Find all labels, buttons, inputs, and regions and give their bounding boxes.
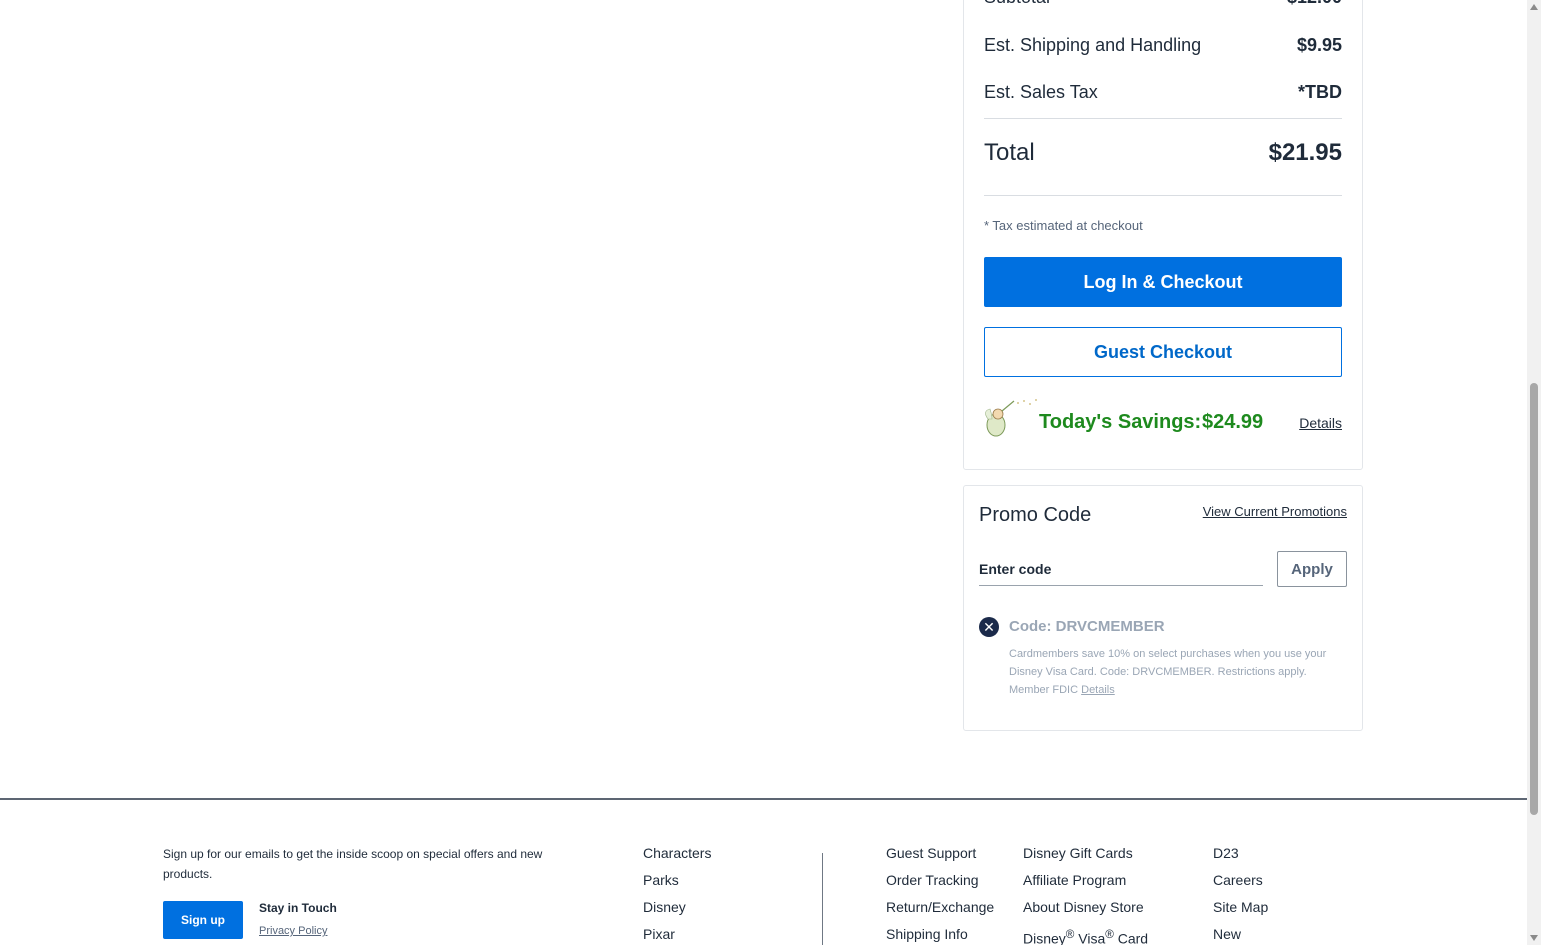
footer-link-return-exchange[interactable]: Return/Exchange (886, 900, 994, 927)
footer-link-order-tracking[interactable]: Order Tracking (886, 873, 994, 900)
savings-label: Today's Savings: (1039, 411, 1202, 433)
guest-checkout-button[interactable]: Guest Checkout (984, 327, 1342, 377)
footer-column-brands: Characters Parks Disney Pixar (643, 846, 711, 945)
visa-text-visa: Visa (1074, 930, 1106, 945)
footer-link-parks[interactable]: Parks (643, 873, 711, 900)
login-checkout-button[interactable]: Log In & Checkout (984, 257, 1342, 307)
footer-link-affiliate-program[interactable]: Affiliate Program (1023, 873, 1148, 900)
footer-link-careers[interactable]: Careers (1213, 873, 1268, 900)
shipping-label: Est. Shipping and Handling (984, 35, 1202, 55)
email-signup-text: Sign up for our emails to get the inside… (163, 847, 543, 881)
subtotal-row: Subtotal $12.00 (984, 0, 1342, 8)
footer-link-gift-cards[interactable]: Disney Gift Cards (1023, 846, 1148, 873)
order-summary-card: Subtotal $12.00 Est. Shipping and Handli… (963, 0, 1363, 470)
footer-link-new[interactable]: New (1213, 927, 1268, 945)
close-circle-icon[interactable]: ✕ (979, 617, 999, 637)
registered-mark: ® (1105, 928, 1114, 941)
visa-text-card: Card (1113, 930, 1149, 945)
tinker-bell-icon (985, 399, 1037, 437)
footer-link-d23[interactable]: D23 (1213, 846, 1268, 873)
footer-link-pixar[interactable]: Pixar (643, 927, 711, 945)
savings-row: Today's Savings: $24.99 Details (984, 393, 1342, 443)
footer-link-shipping-info[interactable]: Shipping Info (886, 927, 994, 945)
footer-link-disney[interactable]: Disney (643, 900, 711, 927)
footer-column-more: D23 Careers Site Map New (1213, 846, 1268, 945)
footer-divider (0, 798, 1527, 800)
shipping-value: $9.95 (1296, 35, 1342, 55)
visa-text-disney: Disney (1023, 930, 1066, 945)
sales-tax-row: Est. Sales Tax *TBD (984, 82, 1342, 103)
footer-link-characters[interactable]: Characters (643, 846, 711, 873)
footer-link-site-map[interactable]: Site Map (1213, 900, 1268, 927)
scrollbar-thumb[interactable] (1530, 383, 1538, 815)
signup-button[interactable]: Sign up (163, 901, 243, 939)
total-value: $21.95 (1268, 139, 1342, 166)
promo-code-description: Cardmembers save 10% on select purchases… (1009, 645, 1349, 699)
savings-details-link[interactable]: Details (1299, 415, 1342, 431)
promo-details-link[interactable]: Details (1081, 684, 1115, 696)
footer-column-support: Guest Support Order Tracking Return/Exch… (886, 846, 994, 945)
footer-link-disney-visa-card[interactable]: Disney® Visa® Card (1023, 927, 1148, 945)
footer-column-company: Disney Gift Cards Affiliate Program Abou… (1023, 846, 1148, 945)
footer-link-about-disney-store[interactable]: About Disney Store (1023, 900, 1148, 927)
savings-amount: $24.99 (1202, 411, 1264, 433)
privacy-policy-link[interactable]: Privacy Policy (259, 925, 327, 937)
total-row: Total $21.95 (984, 139, 1342, 167)
view-promotions-link[interactable]: View Current Promotions (1203, 504, 1347, 519)
promo-code-title: Code: DRVCMEMBER (1009, 618, 1165, 635)
promo-code-input[interactable] (979, 552, 1263, 586)
footer-link-guest-support[interactable]: Guest Support (886, 846, 994, 873)
sales-tax-value: *TBD (1298, 82, 1342, 102)
footer-column-separator (822, 853, 823, 945)
sales-tax-label: Est. Sales Tax (984, 82, 1098, 102)
total-label: Total (984, 139, 1035, 166)
promo-code-card: Promo Code View Current Promotions Apply… (963, 485, 1363, 731)
page-scrollbar[interactable] (1527, 0, 1541, 945)
tax-note: * Tax estimated at checkout (984, 218, 1143, 233)
promo-title: Promo Code (979, 504, 1092, 526)
apply-button[interactable]: Apply (1277, 551, 1347, 587)
shipping-row: Est. Shipping and Handling $9.95 (984, 35, 1342, 56)
summary-divider (984, 118, 1342, 119)
subtotal-label: Subtotal (984, 0, 1050, 8)
stay-in-touch-label: Stay in Touch (259, 901, 337, 915)
scroll-down-arrow-icon[interactable] (1530, 935, 1538, 941)
subtotal-value: $12.00 (1287, 0, 1342, 8)
scroll-up-arrow-icon[interactable] (1530, 4, 1538, 10)
promo-code-description-text: Cardmembers save 10% on select purchases… (1009, 648, 1327, 696)
total-divider (984, 195, 1342, 196)
